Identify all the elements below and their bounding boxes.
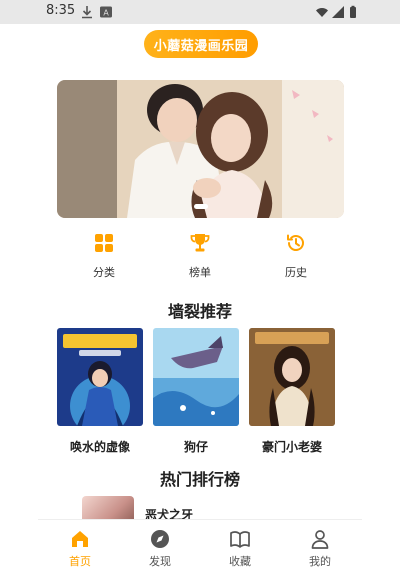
comic-card[interactable]: 狗仔 [153,328,239,455]
history-button[interactable]: 历史 [266,232,326,280]
status-time: 8:35 [46,3,76,18]
book-icon [230,531,250,548]
comic-title: 豪门小老婆 [261,440,322,454]
comic-cover [249,328,335,426]
nav-discover[interactable]: 发现 [130,520,190,569]
comic-title: 狗仔 [183,440,208,454]
comic-card[interactable]: 豪门小老婆 [249,328,335,455]
nav-favorites[interactable]: 收藏 [210,520,270,569]
nav-profile-label: 我的 [309,555,331,568]
category-label: 分类 [93,266,115,279]
recommend-section-title: 墙裂推荐 [167,302,232,321]
ranking-section-title: 热门排行榜 [159,470,240,489]
grid-icon [95,234,113,252]
nav-discover-label: 发现 [149,555,171,568]
nav-home-label: 首页 [69,555,91,568]
app-title-button[interactable]: 小蘑菇漫画乐园 [144,30,258,58]
ranking-button[interactable]: 榜单 [170,232,230,280]
home-icon [72,531,88,547]
compass-icon [151,530,169,548]
nav-profile[interactable]: 我的 [290,520,350,569]
signal-icon [332,6,344,18]
nav-home[interactable]: 首页 [50,520,110,569]
bottom-navigation: 首页 发现 收藏 我的 [38,519,362,569]
battery-icon [350,5,356,18]
notification-app-icon: A [100,6,112,18]
banner-carousel[interactable] [57,80,344,218]
history-label: 历史 [285,266,307,279]
comic-card[interactable]: 唤水的虚像 [57,328,143,455]
banner-image [57,80,344,218]
ranking-label: 榜单 [189,266,211,279]
comic-title: 唤水的虚像 [69,440,130,454]
carousel-indicator[interactable] [194,204,208,209]
download-icon [82,6,92,19]
comic-cover [153,328,239,426]
category-button[interactable]: 分类 [74,232,134,280]
history-icon [287,234,304,251]
wifi-icon [316,8,328,17]
trophy-icon [190,234,210,252]
nav-favorites-label: 收藏 [229,555,251,568]
svg-text:A: A [103,9,109,18]
status-bar: 8:35 A [0,0,400,24]
user-icon [311,530,329,549]
comic-cover [57,328,143,436]
